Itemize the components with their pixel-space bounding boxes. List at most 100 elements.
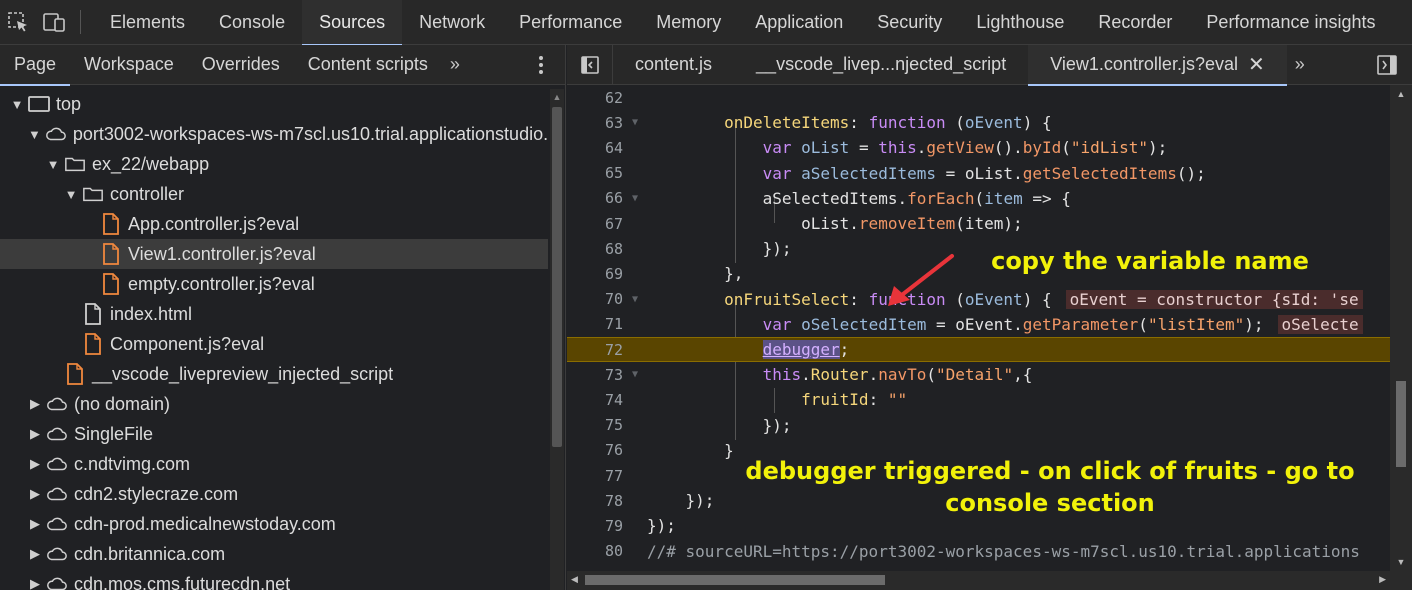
tree-item[interactable]: Component.js?eval: [0, 329, 548, 359]
code-line[interactable]: 74 fruitId: "": [567, 387, 1390, 412]
line-number[interactable]: 68: [567, 240, 623, 258]
scroll-up-icon[interactable]: ▲: [1396, 89, 1406, 99]
collapse-arrow-icon[interactable]: ▶: [28, 456, 42, 472]
expand-arrow-icon[interactable]: ▼: [28, 127, 41, 142]
tab-overrides[interactable]: Overrides: [188, 45, 294, 85]
toggle-navigator-icon[interactable]: [567, 44, 613, 85]
line-number[interactable]: 66: [567, 189, 623, 207]
expand-arrow-icon[interactable]: ▼: [46, 157, 60, 172]
tab-elements[interactable]: Elements: [93, 0, 202, 45]
line-number[interactable]: 64: [567, 139, 623, 157]
scroll-right-icon[interactable]: ▶: [1379, 574, 1386, 585]
tab-page[interactable]: Page: [0, 45, 71, 86]
line-number[interactable]: 80: [567, 542, 623, 560]
line-number[interactable]: 72: [567, 341, 623, 359]
line-number[interactable]: 76: [567, 441, 623, 459]
scroll-up-icon[interactable]: ▲: [552, 92, 562, 102]
tab-performance[interactable]: Performance: [502, 0, 639, 45]
tab-application[interactable]: Application: [738, 0, 860, 45]
line-number[interactable]: 69: [567, 265, 623, 283]
fold-arrow-icon[interactable]: ▼: [623, 369, 647, 380]
tab-content-scripts[interactable]: Content scripts: [294, 45, 442, 85]
device-toolbar-icon[interactable]: [36, 0, 72, 45]
tree-item[interactable]: ▼ controller: [0, 179, 548, 209]
line-number[interactable]: 63: [567, 114, 623, 132]
tab-sources[interactable]: Sources: [302, 0, 403, 46]
tab-workspace[interactable]: Workspace: [70, 45, 188, 85]
collapse-arrow-icon[interactable]: ▶: [28, 396, 42, 412]
tree-item[interactable]: ▶ (no domain): [0, 389, 548, 419]
collapse-arrow-icon[interactable]: ▶: [28, 576, 42, 590]
line-number[interactable]: 70: [567, 290, 623, 308]
scrollbar-thumb[interactable]: [1396, 381, 1406, 467]
line-number[interactable]: 73: [567, 366, 623, 384]
tree-item[interactable]: ▼ top: [0, 89, 548, 119]
tree-item[interactable]: View1.controller.js?eval: [0, 239, 548, 269]
expand-arrow-icon[interactable]: ▼: [10, 97, 24, 112]
fold-arrow-icon[interactable]: ▼: [623, 193, 647, 204]
code-line[interactable]: 72 debugger;: [567, 337, 1390, 362]
tab-security[interactable]: Security: [860, 0, 959, 45]
scrollbar-thumb[interactable]: [585, 575, 885, 585]
tree-item[interactable]: empty.controller.js?eval: [0, 269, 548, 299]
line-number[interactable]: 74: [567, 391, 623, 409]
tab-recorder[interactable]: Recorder: [1081, 0, 1189, 45]
tree-item[interactable]: ▶ c.ndtvimg.com: [0, 449, 548, 479]
tab-lighthouse[interactable]: Lighthouse: [959, 0, 1081, 45]
scroll-left-icon[interactable]: ◀: [571, 574, 578, 585]
line-number[interactable]: 79: [567, 517, 623, 535]
fold-arrow-icon[interactable]: ▼: [623, 294, 647, 305]
editor-vertical-scrollbar[interactable]: ▲ ▼: [1390, 85, 1412, 571]
code-line[interactable]: 75 });: [567, 413, 1390, 438]
line-number[interactable]: 75: [567, 416, 623, 434]
expand-arrow-icon[interactable]: ▼: [64, 187, 78, 202]
code-line[interactable]: 80 //# sourceURL=https://port3002-workspa…: [567, 539, 1390, 564]
code-line[interactable]: 62: [567, 85, 1390, 110]
tree-item[interactable]: App.controller.js?eval: [0, 209, 548, 239]
code-line[interactable]: 70▼ onFruitSelect: function (oEvent) {oE…: [567, 287, 1390, 312]
inspect-element-icon[interactable]: [0, 0, 36, 45]
code-line[interactable]: 65 var aSelectedItems = oList.getSelecte…: [567, 161, 1390, 186]
fold-arrow-icon[interactable]: ▼: [623, 117, 647, 128]
tree-item[interactable]: ▶ SingleFile: [0, 419, 548, 449]
collapse-arrow-icon[interactable]: ▶: [28, 516, 42, 532]
line-number[interactable]: 62: [567, 89, 623, 107]
code-line[interactable]: 66 ▼ aSelectedItems.forEach(item => {: [567, 186, 1390, 211]
code-line[interactable]: 73 ▼ this.Router.navTo("Detail",{: [567, 362, 1390, 387]
tree-item[interactable]: ▼ port3002-workspaces-ws-m7scl.us10.trial…: [0, 119, 548, 149]
tab-memory[interactable]: Memory: [639, 0, 738, 45]
code-line[interactable]: 63 ▼ onDeleteItems: function (oEvent) {: [567, 110, 1390, 135]
tree-item[interactable]: ▼ ex_22/webapp: [0, 149, 548, 179]
tree-item[interactable]: index.html: [0, 299, 548, 329]
more-files-chevron-icon[interactable]: »: [1287, 54, 1313, 75]
scrollbar-thumb[interactable]: [552, 107, 562, 447]
code-line[interactable]: 64 var oList = this.getView().byId("idLi…: [567, 135, 1390, 160]
tab-console[interactable]: Console: [202, 0, 302, 45]
collapse-arrow-icon[interactable]: ▶: [28, 486, 42, 502]
file-tab[interactable]: content.js: [613, 45, 734, 85]
tab-network[interactable]: Network: [402, 0, 502, 45]
line-number[interactable]: 67: [567, 215, 623, 233]
tree-item[interactable]: ▶ cdn.mos.cms.futurecdn.net: [0, 569, 548, 590]
editor-horizontal-scrollbar[interactable]: ◀ ▶: [567, 571, 1412, 590]
scroll-down-icon[interactable]: ▼: [1396, 557, 1406, 567]
tab-performance-insights[interactable]: Performance insights: [1189, 0, 1392, 45]
close-tab-icon[interactable]: ✕: [1248, 52, 1265, 77]
line-number[interactable]: 71: [567, 315, 623, 333]
toggle-debugger-icon[interactable]: [1376, 54, 1398, 81]
tree-item[interactable]: __vscode_livepreview_injected_script: [0, 359, 548, 389]
tree-item[interactable]: ▶ cdn2.stylecraze.com: [0, 479, 548, 509]
collapse-arrow-icon[interactable]: ▶: [28, 546, 42, 562]
more-tabs-chevron-icon[interactable]: »: [442, 54, 468, 75]
collapse-arrow-icon[interactable]: ▶: [28, 426, 42, 442]
tree-item[interactable]: ▶ cdn-prod.medicalnewstoday.com: [0, 509, 548, 539]
tree-item[interactable]: ▶ cdn.britannica.com: [0, 539, 548, 569]
line-number[interactable]: 78: [567, 492, 623, 510]
file-tab[interactable]: View1.controller.js?eval ✕: [1028, 44, 1287, 86]
navigator-scrollbar[interactable]: ▲: [550, 89, 564, 590]
file-tab[interactable]: __vscode_livep...njected_script: [734, 45, 1028, 85]
line-number[interactable]: 65: [567, 164, 623, 182]
code-line[interactable]: 67 oList.removeItem(item);: [567, 211, 1390, 236]
line-number[interactable]: 77: [567, 467, 623, 485]
more-options-icon[interactable]: [531, 53, 551, 77]
